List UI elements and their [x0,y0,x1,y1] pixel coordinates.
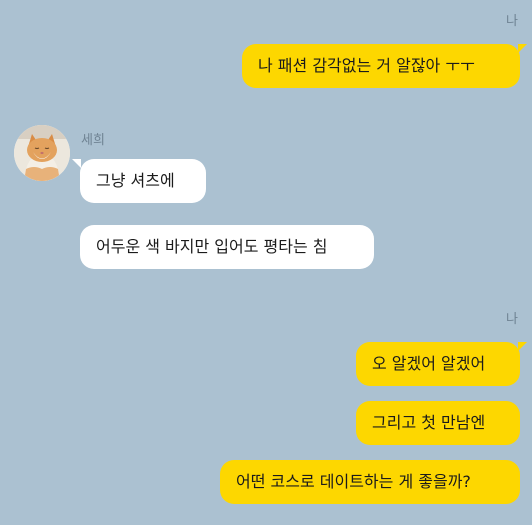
message-bubble-mine[interactable]: 오 알겠어 알겠어 [356,342,520,386]
message-bubble-theirs[interactable]: 어두운 색 바지만 입어도 평타는 침 [80,225,374,269]
message-bubble-mine[interactable]: 어떤 코스로 데이트하는 게 좋을까? [220,460,520,504]
contact-name: 세희 [81,133,105,148]
sender-label-me: 나 [506,14,518,29]
bubble-tail [518,342,527,351]
bubble-tail [72,159,81,168]
bubble-tail [518,44,527,53]
sender-label-me: 나 [506,312,518,327]
contact-avatar[interactable] [14,125,70,181]
cat-photo-avatar-icon [14,125,70,181]
message-bubble-mine[interactable]: 그리고 첫 만남엔 [356,401,520,445]
message-bubble-theirs[interactable]: 그냥 셔츠에 [80,159,206,203]
message-bubble-mine[interactable]: 나 패션 감각없는 거 알잖아 ㅜㅜ [242,44,520,88]
